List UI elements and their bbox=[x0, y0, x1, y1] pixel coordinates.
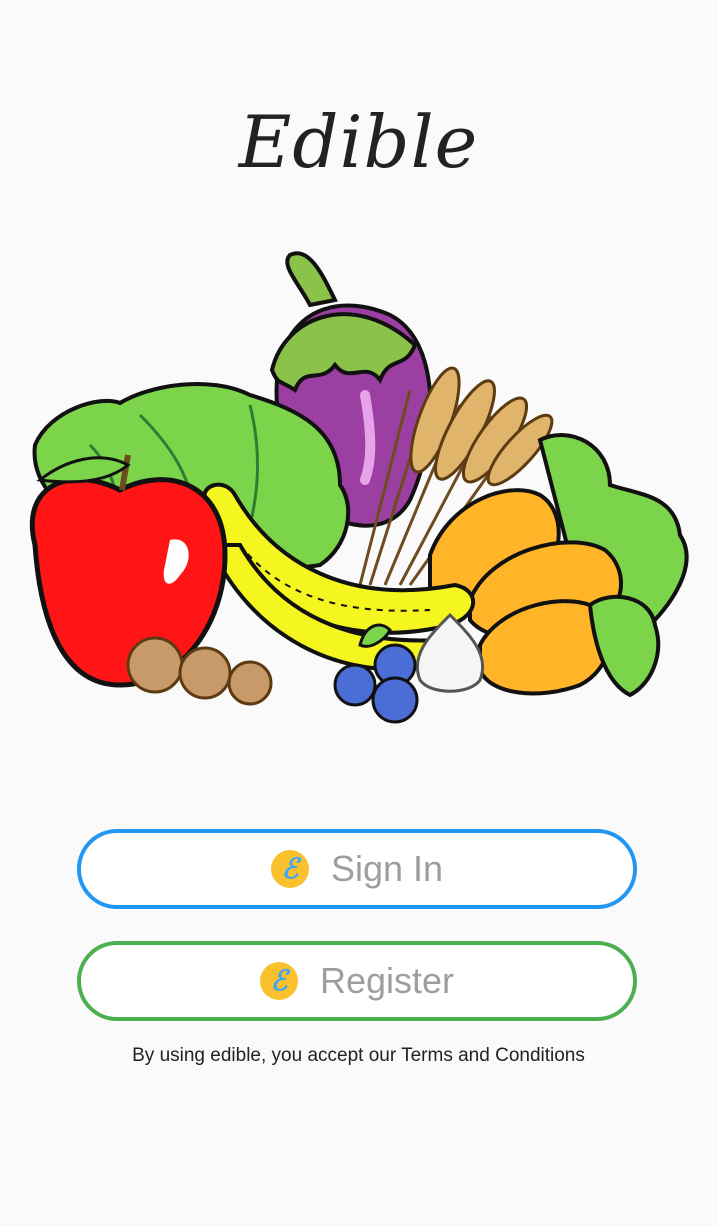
sign-in-label: Sign In bbox=[330, 848, 444, 889]
edible-logo-icon: ℰ bbox=[270, 850, 309, 888]
edible-logo-icon: ℰ bbox=[259, 962, 298, 1000]
app-title: Edible bbox=[238, 100, 479, 184]
produce-illustration bbox=[29, 251, 689, 724]
terms-notice[interactable]: By using edible, you accept our Terms an… bbox=[0, 1045, 717, 1067]
sign-in-button[interactable]: ℰ Sign In bbox=[77, 829, 637, 909]
register-button[interactable]: ℰ Register bbox=[77, 941, 637, 1021]
register-label: Register bbox=[319, 960, 455, 1001]
walnuts-illustration bbox=[126, 636, 273, 706]
